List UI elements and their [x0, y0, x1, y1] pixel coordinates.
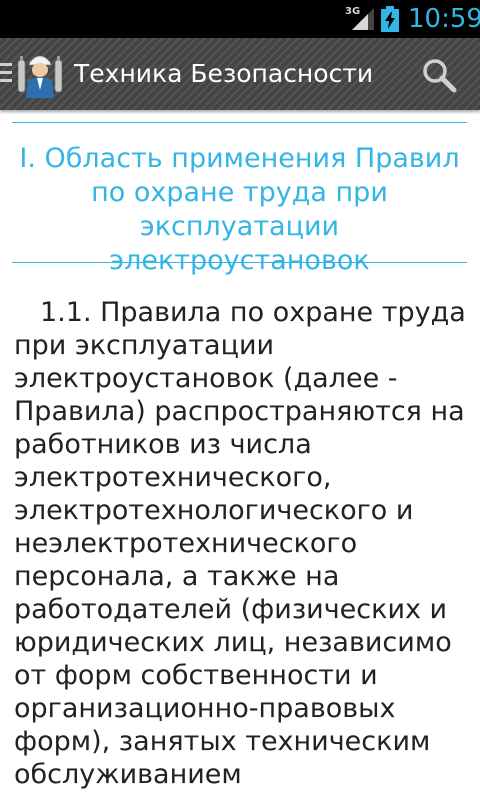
battery-charging-icon: [381, 6, 399, 32]
drawer-icon[interactable]: [0, 63, 14, 85]
signal-icon: [352, 8, 374, 30]
action-bar: Техника Безопасности: [0, 38, 480, 110]
search-icon[interactable]: [420, 56, 458, 94]
section-title: I. Область применения Правил по охране т…: [19, 143, 460, 276]
app-title: Техника Безопасности: [74, 59, 374, 88]
app-logo-icon[interactable]: [18, 46, 62, 102]
section-divider-top: [12, 122, 467, 123]
status-bar: 3G 10:59: [0, 0, 480, 38]
body-paragraph: 1.1. Правила по охране труда при эксплуа…: [14, 297, 466, 790]
section-divider-bottom: [12, 262, 467, 263]
clock: 10:59: [408, 4, 480, 34]
